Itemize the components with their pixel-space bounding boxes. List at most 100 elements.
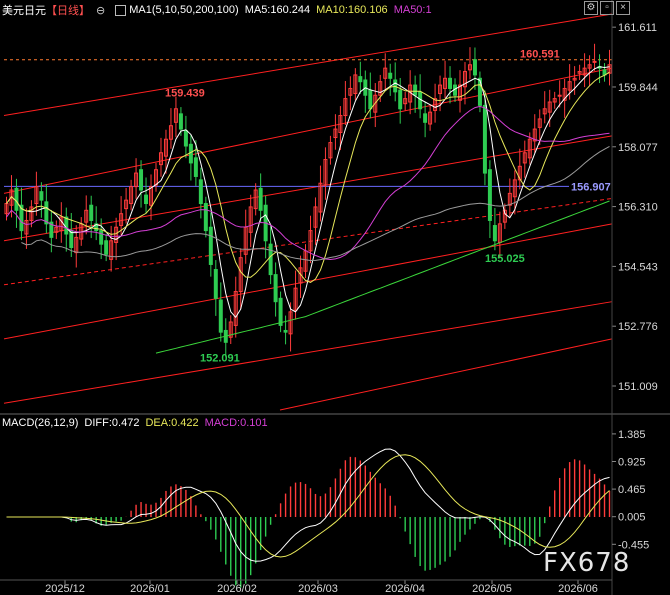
candle <box>433 83 438 123</box>
candle-body <box>39 191 44 201</box>
macd-tick-label: 1.385 <box>618 429 646 441</box>
forex-chart: 159.439 152.091 155.025 160.591 161.611 159.… <box>0 0 670 595</box>
candle-body <box>492 225 497 242</box>
channel-line-6 <box>279 338 613 411</box>
candle <box>328 135 333 165</box>
macd-value: MACD:0.101 <box>204 417 268 429</box>
candle-body <box>557 94 562 97</box>
candle <box>109 225 114 272</box>
candle-body <box>178 113 183 130</box>
candle-body <box>273 274 278 303</box>
hline-tag-label: 156.907 <box>571 181 611 193</box>
candle <box>24 208 29 249</box>
candle <box>183 115 188 159</box>
ma50-line <box>6 105 610 261</box>
diff-line <box>6 448 610 562</box>
candle <box>507 178 512 218</box>
candle <box>303 244 308 278</box>
candle <box>64 207 69 252</box>
channel-line-5 <box>3 301 613 404</box>
candle-body <box>448 77 453 89</box>
candle <box>298 255 303 298</box>
candle <box>278 291 283 333</box>
candle <box>353 68 358 101</box>
date-tick-label: 2026/06 <box>558 583 598 595</box>
candle <box>308 215 313 264</box>
candle <box>343 81 348 126</box>
candle-body <box>258 187 263 211</box>
candle-body <box>144 194 149 205</box>
candle <box>158 137 163 177</box>
candle <box>129 179 134 211</box>
candle-body <box>193 157 198 177</box>
candle <box>487 160 492 239</box>
ma10-line <box>6 71 610 283</box>
ma-checkbox-icon[interactable] <box>115 4 127 16</box>
settings-icon[interactable]: ⚙ <box>584 1 598 15</box>
candle <box>358 61 363 94</box>
candle-body <box>482 104 487 174</box>
restore-icon[interactable]: ▫ <box>600 1 614 15</box>
candle <box>393 62 398 102</box>
candle <box>173 96 178 138</box>
date-tick-label: 2026/03 <box>298 583 338 595</box>
candle <box>363 70 368 113</box>
candle <box>443 60 448 98</box>
macd-header: MACD(26,12,9) DIFF:0.472 DEA:0.422 MACD:… <box>2 417 268 429</box>
candle-body <box>388 72 393 79</box>
candle <box>49 209 54 253</box>
zoom-icon[interactable]: ⊖ <box>96 4 105 17</box>
price-tick-label: 154.543 <box>618 261 658 273</box>
macd-tick-label: 0.925 <box>618 457 646 469</box>
candle <box>333 114 338 150</box>
period-label[interactable]: 【日线】 <box>46 2 90 18</box>
candle <box>458 70 462 113</box>
price-tick-label: 151.009 <box>618 381 658 393</box>
macd-tick-label: 0.005 <box>618 512 646 524</box>
candle <box>94 206 99 241</box>
candle <box>403 91 408 111</box>
price-tick-label: 156.310 <box>618 202 658 214</box>
candle <box>144 177 149 214</box>
candle <box>348 76 353 111</box>
candle <box>383 53 388 91</box>
candle <box>104 234 109 262</box>
candle-body <box>188 143 193 164</box>
macd-name: MACD(26,12,9) <box>2 417 79 429</box>
watermark: FX678 <box>543 548 630 578</box>
candle <box>134 158 139 199</box>
candle <box>428 105 433 131</box>
price-annotation: 160.591 <box>520 49 560 61</box>
price-tick-label: 161.611 <box>618 22 657 34</box>
close-icon[interactable]: × <box>616 1 630 15</box>
candle <box>607 49 612 86</box>
candle-body <box>44 201 49 225</box>
candle <box>522 140 527 178</box>
candle <box>233 276 238 338</box>
macd-diff: DIFF:0.472 <box>84 417 140 429</box>
date-tick-label: 2026/05 <box>472 583 512 595</box>
candle-body <box>278 297 283 326</box>
candle-body <box>213 269 218 299</box>
candle-body <box>69 230 74 249</box>
candle <box>228 315 233 344</box>
candle-body <box>398 89 403 110</box>
date-tick-label: 2025/12 <box>45 583 85 595</box>
candle <box>532 114 537 154</box>
candle <box>388 63 393 96</box>
candle <box>273 262 278 317</box>
candle <box>238 248 243 310</box>
candle <box>413 75 418 113</box>
candle <box>213 260 218 316</box>
candle <box>54 220 59 240</box>
candle <box>39 182 44 218</box>
candle <box>313 197 318 245</box>
date-tick-label: 2026/01 <box>130 583 170 595</box>
candle-body <box>283 329 288 333</box>
candle <box>582 53 587 88</box>
candle-body <box>183 130 188 147</box>
ma10-value: MA10:160.106 <box>316 4 388 16</box>
candle <box>602 63 607 82</box>
price-annotation: 159.439 <box>165 88 205 100</box>
candle <box>572 66 577 95</box>
